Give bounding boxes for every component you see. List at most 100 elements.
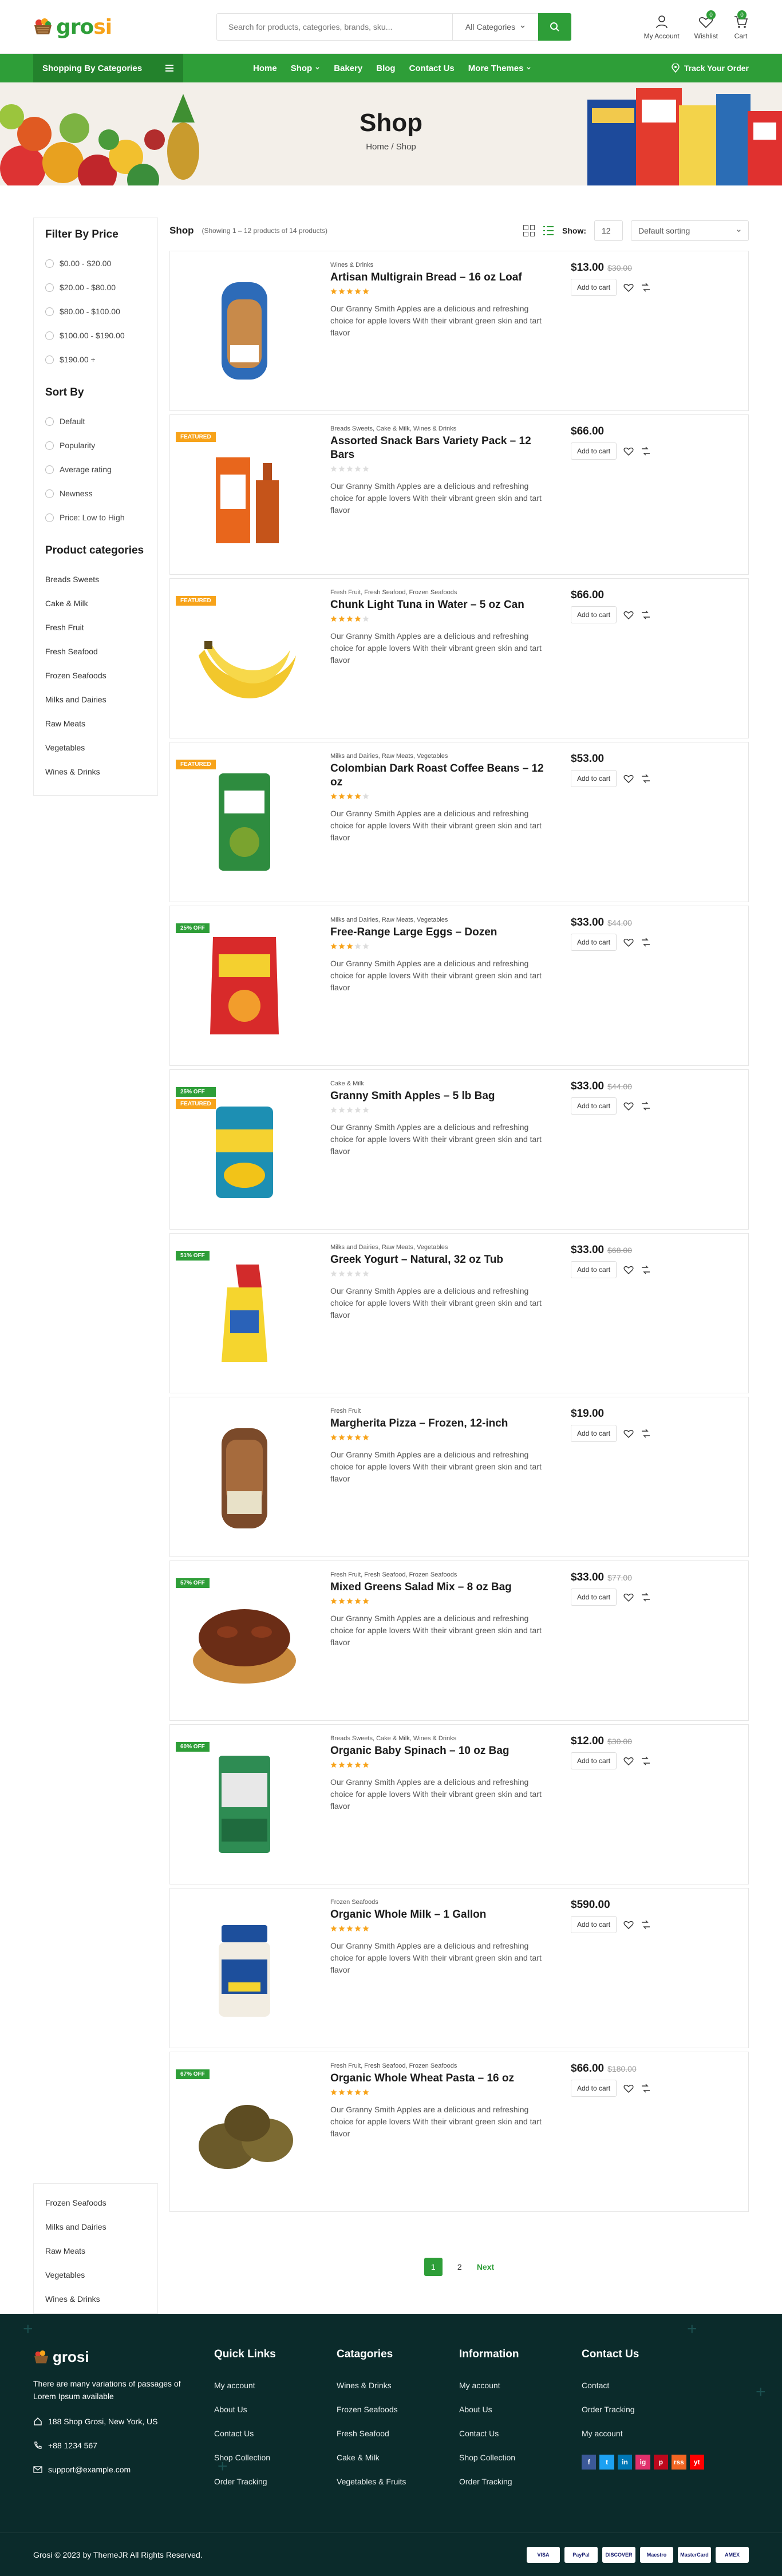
product-categories[interactable]: Breads Sweets, Cake & Milk, Wines & Drin… <box>330 425 554 432</box>
heart-icon[interactable] <box>623 1592 634 1602</box>
account-link[interactable]: My Account <box>644 14 680 40</box>
footer-link[interactable]: Order Tracking <box>582 2397 704 2421</box>
heart-icon[interactable] <box>623 1265 634 1275</box>
rss-icon[interactable]: rss <box>672 2455 686 2470</box>
product-image[interactable] <box>181 1405 307 1548</box>
category-link[interactable]: Raw Meats <box>45 2239 146 2263</box>
product-categories[interactable]: Fresh Fruit <box>330 1408 554 1415</box>
product-image[interactable] <box>181 2060 307 2203</box>
nav-more-themes[interactable]: More Themes <box>468 64 532 73</box>
shop-by-categories-button[interactable]: Shopping By Categories <box>33 54 183 82</box>
instagram-icon[interactable]: ig <box>635 2455 650 2470</box>
product-name[interactable]: Chunk Light Tuna in Water – 5 oz Can <box>330 598 554 612</box>
heart-icon[interactable] <box>623 282 634 293</box>
compare-icon[interactable] <box>641 1265 651 1275</box>
radio-button[interactable] <box>45 489 54 498</box>
product-name[interactable]: Assorted Snack Bars Variety Pack – 12 Ba… <box>330 434 554 462</box>
footer-email-text[interactable]: support@example.com <box>48 2465 131 2474</box>
category-link[interactable]: Milks and Dairies <box>45 2215 146 2239</box>
price-option[interactable]: $100.00 - $190.00 <box>45 323 146 347</box>
compare-icon[interactable] <box>641 937 651 947</box>
add-to-cart-button[interactable]: Add to cart <box>571 1752 617 1769</box>
price-option[interactable]: $0.00 - $20.00 <box>45 251 146 275</box>
product-image[interactable] <box>181 1897 307 2040</box>
product-name[interactable]: Greek Yogurt – Natural, 32 oz Tub <box>330 1253 554 1267</box>
twitter-icon[interactable]: t <box>599 2455 614 2470</box>
compare-icon[interactable] <box>641 282 651 293</box>
product-categories[interactable]: Cake & Milk <box>330 1080 554 1087</box>
add-to-cart-button[interactable]: Add to cart <box>571 770 617 787</box>
footer-link[interactable]: Wines & Drinks <box>337 2373 459 2397</box>
nav-blog[interactable]: Blog <box>376 64 395 73</box>
add-to-cart-button[interactable]: Add to cart <box>571 2080 617 2097</box>
product-image[interactable] <box>181 914 307 1057</box>
product-image[interactable] <box>181 259 307 402</box>
add-to-cart-button[interactable]: Add to cart <box>571 1097 617 1115</box>
product-name[interactable]: Granny Smith Apples – 5 lb Bag <box>330 1089 554 1103</box>
product-name[interactable]: Organic Whole Wheat Pasta – 16 oz <box>330 2072 554 2085</box>
sort-option[interactable]: Average rating <box>45 457 146 481</box>
footer-link[interactable]: Shop Collection <box>214 2445 337 2470</box>
add-to-cart-button[interactable]: Add to cart <box>571 442 617 460</box>
product-categories[interactable]: Frozen Seafoods <box>330 1899 554 1906</box>
product-name[interactable]: Mixed Greens Salad Mix – 8 oz Bag <box>330 1581 554 1594</box>
footer-link[interactable]: Fresh Seafood <box>337 2421 459 2445</box>
product-image[interactable] <box>181 750 307 894</box>
product-categories[interactable]: Breads Sweets, Cake & Milk, Wines & Drin… <box>330 1735 554 1742</box>
product-image[interactable] <box>181 423 307 566</box>
category-link[interactable]: Milks and Dairies <box>45 688 146 712</box>
compare-icon[interactable] <box>641 1101 651 1111</box>
radio-button[interactable] <box>45 513 54 522</box>
track-order-link[interactable]: Track Your Order <box>672 64 749 73</box>
page-1[interactable]: 1 <box>424 2258 443 2276</box>
heart-icon[interactable] <box>623 937 634 947</box>
footer-link[interactable]: Contact <box>582 2373 704 2397</box>
add-to-cart-button[interactable]: Add to cart <box>571 279 617 296</box>
product-categories[interactable]: Fresh Fruit, Fresh Seafood, Frozen Seafo… <box>330 589 554 596</box>
next-page[interactable]: Next <box>477 2258 494 2276</box>
category-link[interactable]: Cake & Milk <box>45 591 146 615</box>
product-name[interactable]: Organic Baby Spinach – 10 oz Bag <box>330 1744 554 1758</box>
page-2[interactable]: 2 <box>451 2258 469 2276</box>
radio-button[interactable] <box>45 259 54 268</box>
product-name[interactable]: Free-Range Large Eggs – Dozen <box>330 926 554 939</box>
search-input[interactable] <box>217 14 452 40</box>
radio-button[interactable] <box>45 417 54 426</box>
footer-link[interactable]: Vegetables & Fruits <box>337 2470 459 2494</box>
facebook-icon[interactable]: f <box>582 2455 597 2470</box>
footer-link[interactable]: My account <box>214 2373 337 2397</box>
radio-button[interactable] <box>45 307 54 316</box>
radio-button[interactable] <box>45 465 54 474</box>
footer-link[interactable]: My account <box>459 2373 582 2397</box>
product-image[interactable] <box>181 1733 307 1876</box>
add-to-cart-button[interactable]: Add to cart <box>571 606 617 623</box>
add-to-cart-button[interactable]: Add to cart <box>571 1589 617 1606</box>
logo[interactable]: grosi <box>33 15 216 39</box>
category-link[interactable]: Vegetables <box>45 736 146 760</box>
radio-button[interactable] <box>45 441 54 450</box>
cart-link[interactable]: 0 Cart <box>733 10 749 40</box>
sort-select[interactable]: Default sorting <box>631 220 749 241</box>
product-categories[interactable]: Milks and Dairies, Raw Meats, Vegetables <box>330 1244 554 1251</box>
nav-contact[interactable]: Contact Us <box>409 64 455 73</box>
pinterest-icon[interactable]: p <box>653 2455 669 2470</box>
price-option[interactable]: $20.00 - $80.00 <box>45 275 146 299</box>
category-link[interactable]: Frozen Seafoods <box>45 2191 146 2215</box>
nav-shop[interactable]: Shop <box>291 64 321 73</box>
product-image[interactable] <box>181 1242 307 1385</box>
category-link[interactable]: Raw Meats <box>45 712 146 736</box>
product-categories[interactable]: Milks and Dairies, Raw Meats, Vegetables <box>330 753 554 760</box>
list-view-icon[interactable] <box>543 225 554 236</box>
footer-link[interactable]: Frozen Seafoods <box>337 2397 459 2421</box>
compare-icon[interactable] <box>641 1592 651 1602</box>
product-categories[interactable]: Fresh Fruit, Fresh Seafood, Frozen Seafo… <box>330 2063 554 2069</box>
footer-link[interactable]: My account <box>582 2421 704 2445</box>
add-to-cart-button[interactable]: Add to cart <box>571 1425 617 1442</box>
sort-option[interactable]: Newness <box>45 481 146 505</box>
footer-link[interactable]: Shop Collection <box>459 2445 582 2470</box>
per-page-select[interactable]: 12 <box>594 220 623 241</box>
youtube-icon[interactable]: yt <box>689 2455 704 2470</box>
category-link[interactable]: Wines & Drinks <box>45 760 146 784</box>
add-to-cart-button[interactable]: Add to cart <box>571 1261 617 1278</box>
heart-icon[interactable] <box>623 1919 634 1930</box>
